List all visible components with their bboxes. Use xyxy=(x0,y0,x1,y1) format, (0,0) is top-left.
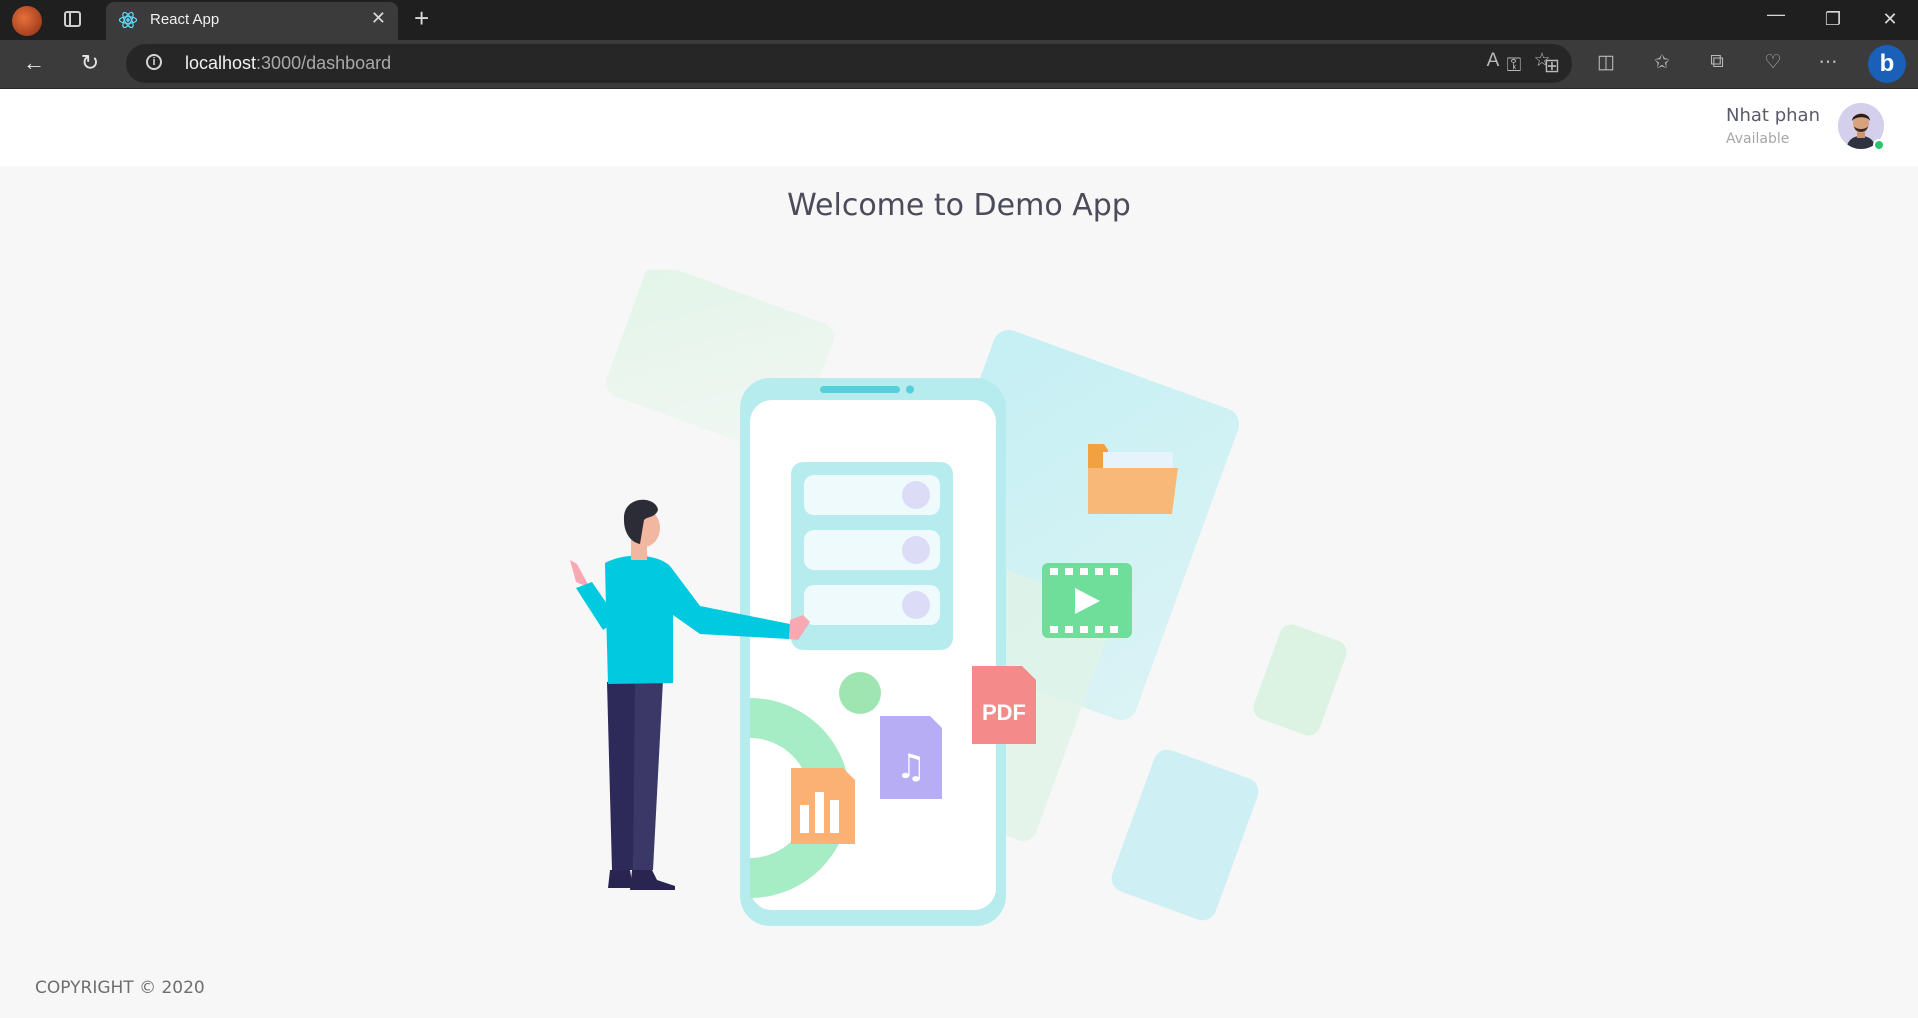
workspaces-icon[interactable] xyxy=(64,11,81,27)
address-bar[interactable]: i localhost:3000/dashboard ⚿ ⊞ xyxy=(126,44,1572,83)
restore-icon[interactable]: ❐ xyxy=(1823,9,1843,30)
browser-tab-strip: React App ✕ + — ❐ ✕ xyxy=(0,0,1918,40)
favorite-star-icon[interactable]: ☆ xyxy=(1530,49,1554,72)
url-text[interactable]: localhost:3000/dashboard xyxy=(185,53,391,74)
phone-illustration xyxy=(740,378,1006,926)
favorites-icon[interactable]: ✩ xyxy=(1650,51,1674,74)
url-path: :3000/dashboard xyxy=(256,53,392,73)
chart-file-icon xyxy=(791,768,855,844)
dashboard-illustration: ♫ PDF xyxy=(570,270,1347,926)
close-tab-icon[interactable]: ✕ xyxy=(371,9,386,27)
presence-indicator xyxy=(1873,139,1885,151)
bing-icon[interactable]: b xyxy=(1868,45,1906,83)
url-host: localhost xyxy=(185,53,257,73)
close-window-icon[interactable]: ✕ xyxy=(1880,9,1900,30)
refresh-icon[interactable]: ↻ xyxy=(76,50,104,76)
app-header: Nhat phan Available xyxy=(0,89,1918,166)
collections-icon[interactable]: ⧉ xyxy=(1705,51,1729,73)
more-icon[interactable]: ⋯ xyxy=(1816,51,1840,74)
read-aloud-icon[interactable]: A xyxy=(1481,50,1505,72)
profile-icon[interactable] xyxy=(12,6,42,36)
footer-copyright: COPYRIGHT © 2020 xyxy=(35,978,205,998)
new-tab-icon[interactable]: + xyxy=(414,5,429,31)
minimize-icon[interactable]: — xyxy=(1766,4,1786,25)
key-icon[interactable]: ⚿ xyxy=(1502,55,1526,77)
user-status: Available xyxy=(1726,131,1790,147)
react-favicon xyxy=(118,11,138,29)
folder-icon xyxy=(1088,444,1178,514)
user-name[interactable]: Nhat phan xyxy=(1726,105,1820,126)
video-icon xyxy=(1042,563,1132,638)
back-icon[interactable]: ← xyxy=(20,50,48,76)
tab-title: React App xyxy=(150,11,220,28)
svg-text:♫: ♫ xyxy=(896,747,926,787)
tab-react-app[interactable]: React App ✕ xyxy=(106,2,398,40)
info-icon[interactable]: i xyxy=(146,54,162,70)
pdf-file-icon: PDF xyxy=(972,666,1036,744)
split-screen-icon[interactable]: ◫ xyxy=(1594,51,1618,74)
page-title: Welcome to Demo App xyxy=(787,188,1131,223)
pdf-label: PDF xyxy=(982,700,1026,725)
music-file-icon: ♫ xyxy=(880,716,942,799)
address-toolbar: ← ↻ i localhost:3000/dashboard ⚿ ⊞ A ☆ ◫… xyxy=(0,40,1918,89)
health-icon[interactable]: ♡ xyxy=(1761,51,1785,74)
